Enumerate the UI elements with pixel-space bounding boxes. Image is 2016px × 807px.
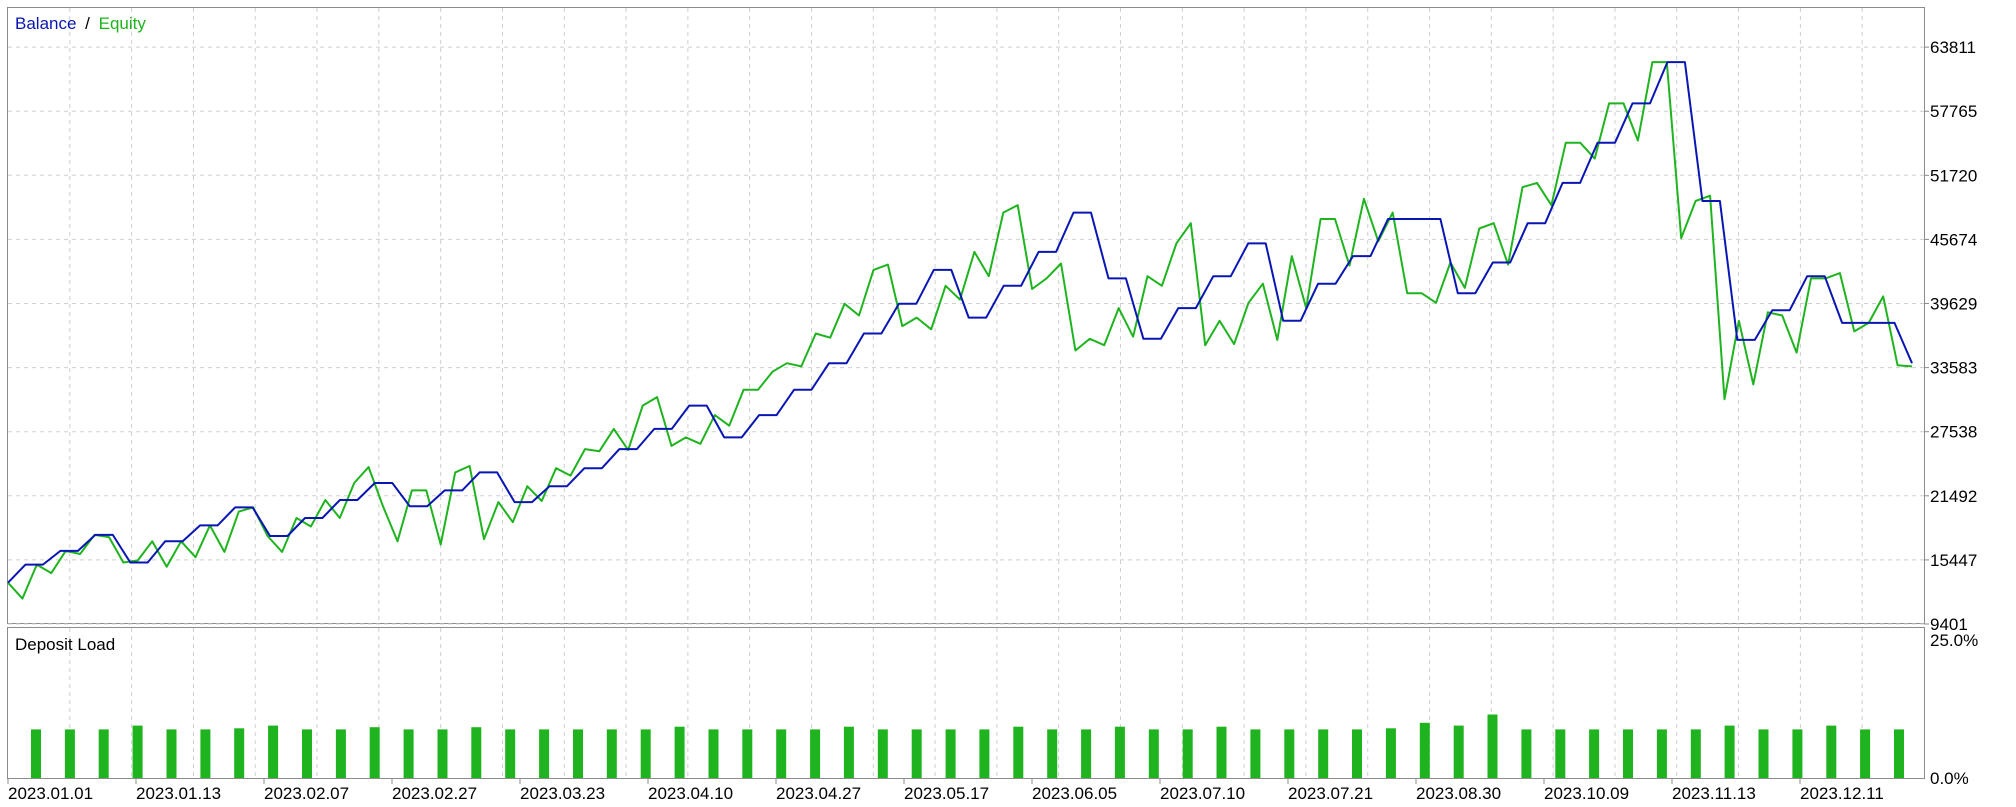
deposit-load-bar	[1792, 729, 1803, 778]
y-tick-label: 63811	[1930, 38, 1976, 57]
deposit-load-bar	[708, 729, 719, 778]
deposit-load-bar	[877, 729, 888, 778]
x-tick-label: 2023.03.23	[520, 784, 605, 802]
load-y-tick-label: 25.0%	[1930, 631, 1978, 650]
deposit-load-bar	[268, 725, 279, 778]
deposit-load-bar	[505, 729, 516, 778]
deposit-load-bar	[1589, 729, 1600, 778]
deposit-load-bar	[1623, 729, 1633, 778]
deposit-load-bar	[166, 729, 177, 778]
deposit-load-bar	[302, 729, 312, 778]
deposit-load-bar	[1352, 729, 1362, 778]
deposit-load-bar	[132, 725, 143, 778]
legend-balance: Balance	[15, 14, 76, 33]
y-tick-label: 39629	[1930, 295, 1977, 314]
x-tick-label: 2023.06.05	[1032, 784, 1117, 802]
y-tick-label: 57765	[1930, 102, 1977, 121]
deposit-load-bar	[1758, 729, 1769, 778]
deposit-load-bar	[403, 729, 414, 778]
x-tick-label: 2023.08.30	[1416, 784, 1501, 802]
x-tick-label: 2023.02.27	[392, 784, 477, 802]
deposit-load-bar	[335, 729, 346, 778]
deposit-load-bar	[1656, 729, 1667, 778]
deposit-load-bar	[1318, 729, 1329, 778]
deposit-load-bar	[1521, 729, 1532, 778]
y-tick-label: 51720	[1930, 166, 1977, 185]
x-tick-label: 2023.11.13	[1672, 784, 1756, 802]
x-tick-label: 2023.05.17	[904, 784, 989, 802]
deposit-load-bar	[539, 729, 550, 778]
x-tick-label: 2023.10.09	[1544, 784, 1629, 802]
x-tick-label: 2023.01.01	[8, 784, 93, 802]
deposit-load-bar	[1453, 725, 1464, 778]
deposit-load-bar	[1114, 726, 1125, 778]
deposit-load-bar	[674, 726, 685, 778]
deposit-load-bar	[98, 729, 109, 778]
y-tick-label: 15447	[1930, 551, 1977, 570]
x-tick-label: 2023.04.27	[776, 784, 861, 802]
deposit-load-bar	[1860, 729, 1871, 778]
deposit-load-bar	[31, 729, 41, 778]
deposit-load-bar	[1081, 729, 1092, 778]
y-tick-label: 33583	[1930, 359, 1977, 378]
deposit-load-bar	[1419, 722, 1430, 778]
x-tick-label: 2023.07.10	[1160, 784, 1245, 802]
load-y-tick-label: 0.0%	[1930, 769, 1969, 788]
deposit-load-bar	[369, 727, 380, 778]
deposit-load-bar	[1148, 729, 1159, 778]
legend-separator: /	[85, 14, 90, 33]
deposit-load-bar	[1250, 729, 1261, 778]
deposit-load-bar	[1690, 729, 1701, 778]
deposit-load-bar	[1385, 728, 1396, 778]
x-tick-label: 2023.02.07	[264, 784, 349, 802]
main-panel-frame	[7, 7, 1925, 624]
deposit-load-bar	[64, 729, 75, 778]
x-tick-label: 2023.12.11	[1800, 784, 1884, 802]
legend-equity: Equity	[99, 14, 147, 33]
deposit-load-bar	[1555, 729, 1566, 778]
deposit-load-bar	[776, 729, 787, 778]
deposit-load-bar	[1182, 729, 1193, 778]
deposit-load-bar	[234, 728, 245, 778]
deposit-load-bar	[471, 727, 482, 778]
strategy-tester-graph: 63811 57765 51720 45674 39629 33583 27538 21492…	[0, 0, 2016, 803]
deposit-load-bar	[606, 729, 617, 778]
deposit-load-bar	[1487, 714, 1498, 778]
deposit-load-bar	[1047, 729, 1058, 778]
deposit-load-bar	[640, 729, 651, 778]
deposit-load-bar	[979, 729, 990, 778]
deposit-load-bar	[945, 729, 956, 778]
deposit-load-bar	[1013, 726, 1024, 778]
deposit-load-bar	[843, 726, 854, 778]
deposit-load-bar	[911, 729, 922, 778]
deposit-load-bar	[200, 729, 211, 778]
deposit-load-panel-frame	[7, 627, 1925, 779]
x-tick-label: 2023.01.13	[136, 784, 221, 802]
deposit-load-bar	[1216, 726, 1227, 778]
y-tick-label: 21492	[1930, 487, 1977, 506]
deposit-load-bar	[1894, 729, 1904, 778]
y-tick-label: 27538	[1930, 423, 1977, 442]
deposit-load-title: Deposit Load	[15, 635, 115, 654]
deposit-load-bar	[573, 729, 583, 778]
legend: Balance / Equity	[15, 14, 146, 33]
y-tick-label: 45674	[1930, 230, 1977, 249]
deposit-load-bar	[1284, 729, 1295, 778]
balance-equity-chart: 63811 57765 51720 45674 39629 33583 27538 21492…	[0, 0, 2016, 803]
deposit-load-bar	[437, 729, 448, 778]
deposit-load-bar	[810, 729, 821, 778]
x-tick-label: 2023.07.21	[1288, 784, 1373, 802]
deposit-load-bar	[742, 729, 753, 778]
deposit-load-bar	[1826, 725, 1837, 778]
x-tick-label: 2023.04.10	[648, 784, 733, 802]
deposit-load-bar	[1724, 725, 1735, 778]
